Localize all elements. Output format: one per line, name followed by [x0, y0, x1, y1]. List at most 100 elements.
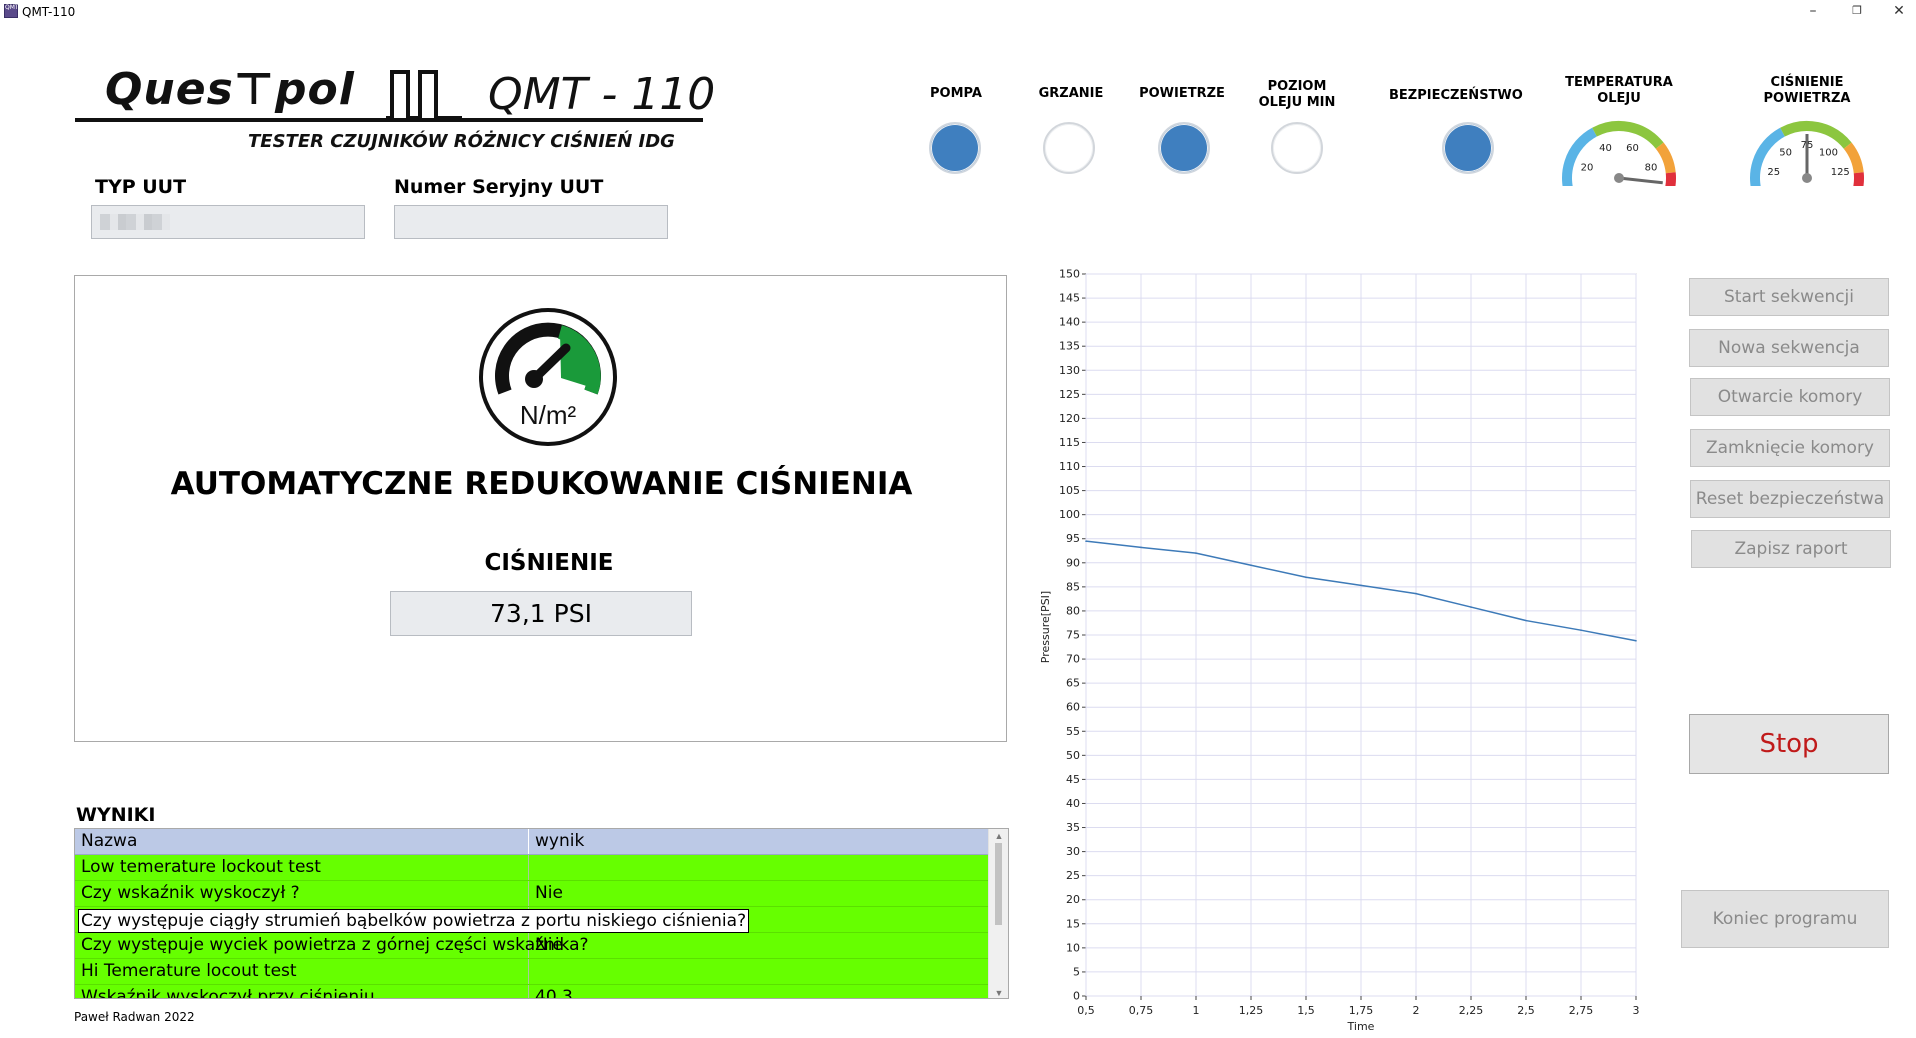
chart-tick-label-y: 90: [1066, 556, 1080, 569]
chart-tick-label-x: 2,25: [1459, 1004, 1484, 1017]
chart-data-point: [1140, 546, 1142, 549]
close-chamber-button[interactable]: Zamknięcie komory: [1690, 429, 1890, 467]
air-pressure-gauge-tick-label: 50: [1779, 148, 1792, 159]
chart-tick-label-y: 115: [1059, 436, 1080, 449]
open-chamber-button[interactable]: Otwarcie komory: [1690, 378, 1890, 416]
scroll-down-icon[interactable]: ▼: [989, 986, 1008, 998]
cell-result: [529, 959, 989, 984]
cell-name-expanded: Czy występuje ciągły strumień bąbelków p…: [78, 909, 750, 933]
new-sequence-button[interactable]: Nowa sekwencja: [1689, 329, 1889, 367]
air-pressure-gauge-label: CIŚNIENIE POWIETRZA: [1763, 75, 1851, 106]
oil-temp-gauge-arc: [1655, 142, 1676, 174]
indicator-olej-label: POZIOM OLEJU MIN: [1258, 79, 1336, 110]
chart-data-point: [1250, 564, 1252, 567]
chart-tick-label-y: 55: [1066, 725, 1080, 738]
logo-subtitle: TESTER CZUJNIKÓW RÓŻNICY CIŚNIEŃ IDG: [248, 131, 675, 152]
chart-data-point: [1415, 592, 1417, 595]
cell-name: Czy występuje wyciek powietrza z górnej …: [75, 933, 589, 958]
brand-logo-text: Ques⊤pol: [105, 64, 355, 115]
chart-tick-label-y: 40: [1066, 797, 1080, 810]
chart-tick-label-y: 45: [1066, 773, 1080, 786]
oil-temp-gauge-tick-label: 60: [1626, 143, 1639, 154]
chart-tick-label-y: 85: [1066, 580, 1080, 593]
scroll-up-icon[interactable]: ▲: [989, 829, 1008, 843]
indicator-olej-led: [1271, 122, 1323, 174]
chart-data-point: [1085, 540, 1087, 542]
chart-tick-label-y: 60: [1066, 701, 1080, 714]
chart-tick-label-x: 1,25: [1239, 1004, 1264, 1017]
author-credit: Paweł Radwan 2022: [74, 1010, 195, 1024]
oil-temp-gauge-tick-label: 80: [1645, 162, 1658, 173]
table-header: Nazwa wynik: [75, 829, 989, 855]
chart-tick-label-y: 120: [1059, 412, 1080, 425]
uut-serial-field[interactable]: [394, 205, 668, 239]
chart-tick-label-y: 30: [1066, 845, 1080, 858]
minimize-button[interactable]: –: [1790, 0, 1836, 24]
chart-tick-label-x: 1,75: [1349, 1004, 1374, 1017]
chart-tick-label-x: 2: [1413, 1004, 1420, 1017]
chart-tick-label-x: 3: [1633, 1004, 1640, 1017]
restore-button[interactable]: ❐: [1834, 0, 1880, 24]
chart-tick-label-y: 100: [1059, 508, 1080, 521]
uut-type-field[interactable]: [91, 205, 365, 239]
cell-name: Hi Temerature locout test: [75, 959, 529, 984]
table-row[interactable]: Wskaźnik wyskoczył przy ciśnieniu 40,3: [75, 985, 989, 999]
column-header-result[interactable]: wynik: [529, 829, 989, 854]
results-scrollbar[interactable]: ▲ ▼: [988, 829, 1008, 998]
table-row[interactable]: Czy wskaźnik wyskoczył ? Nie: [75, 881, 989, 907]
chart-tick-label-y: 20: [1066, 893, 1080, 906]
chart-tick-label-y: 135: [1059, 340, 1080, 353]
chart-tick-label-x: 2,75: [1569, 1004, 1594, 1017]
air-pressure-gauge-tick-label: 125: [1831, 167, 1850, 178]
close-button[interactable]: ✕: [1876, 0, 1916, 24]
cell-result: Nie: [535, 935, 563, 955]
cell-result: 40,3: [535, 987, 573, 999]
results-table[interactable]: Nazwa wynik Low temerature lockout test …: [74, 828, 1009, 999]
scroll-thumb[interactable]: [995, 843, 1002, 925]
chart-data-point: [1195, 552, 1197, 554]
air-pressure-gauge: 0255075100125150: [1750, 121, 1864, 186]
start-sequence-button[interactable]: Start sekwencji: [1689, 278, 1889, 316]
chart-tick-label-y: 145: [1059, 292, 1080, 305]
column-header-name[interactable]: Nazwa: [75, 829, 529, 854]
chart-tick-label-x: 1,5: [1297, 1004, 1315, 1017]
uut-serial-label: Numer Seryjny UUT: [394, 176, 604, 198]
chart-tick-label-y: 130: [1059, 364, 1080, 377]
logo-underline: [75, 118, 703, 122]
chart-tick-label-y: 25: [1066, 869, 1080, 882]
exit-program-button[interactable]: Koniec programu: [1681, 890, 1889, 948]
chart-tick-label-y: 110: [1059, 460, 1080, 473]
indicator-bezpieczenstwo-label: BEZPIECZEŃSTWO: [1389, 88, 1523, 103]
chart-data-point: [1635, 639, 1637, 642]
chart-tick-label-y: 15: [1066, 917, 1080, 930]
table-row[interactable]: Czy występuje ciągły strumień bąbelków p…: [75, 907, 989, 933]
oil-temp-gauge-tick-label: 20: [1581, 162, 1594, 173]
pressure-label: CIŚNIENIE: [484, 550, 614, 576]
chart-tick-label-y: 150: [1059, 268, 1080, 281]
cell-name: Low temerature lockout test: [75, 855, 529, 880]
process-title: AUTOMATYCZNE REDUKOWANIE CIŚNIENIA: [170, 466, 913, 502]
cell-result: [529, 855, 989, 880]
reset-safety-button[interactable]: Reset bezpieczeństwa: [1690, 480, 1890, 518]
chart-tick-label-y: 75: [1066, 629, 1080, 642]
table-row[interactable]: Hi Temerature locout test: [75, 959, 989, 985]
oil-temp-gauge: 02040608090: [1562, 121, 1676, 186]
table-row[interactable]: Low temerature lockout test: [75, 855, 989, 881]
chart-tick-label-x: 0,5: [1077, 1004, 1095, 1017]
chart-tick-label-y: 0: [1073, 990, 1080, 1003]
oil-temp-gauge-label: TEMPERATURA OLEJU: [1565, 75, 1673, 106]
chart-tick-label-y: 80: [1066, 604, 1080, 617]
chart-x-axis-label: Time: [1347, 1020, 1375, 1033]
indicator-powietrze-label: POWIETRZE: [1139, 86, 1225, 101]
chart-data-point: [1580, 629, 1582, 631]
table-row[interactable]: Czy występuje wyciek powietrza z górnej …: [75, 933, 989, 959]
main-status-panel: N/m² AUTOMATYCZNE REDUKOWANIE CIŚNIENIA …: [74, 275, 1007, 742]
air-pressure-gauge-tick-label: 25: [1767, 167, 1780, 178]
save-report-button[interactable]: Zapisz raport: [1691, 530, 1891, 568]
oil-temp-gauge-arc: [1665, 172, 1676, 186]
pressure-chart: 0510152025303540455055606570758085909510…: [1039, 268, 1640, 1033]
oil-temp-gauge-arc: [1562, 127, 1598, 186]
stop-button[interactable]: Stop: [1689, 714, 1889, 774]
chart-tick-label-y: 10: [1066, 941, 1080, 954]
cell-name: Czy wskaźnik wyskoczył ?: [75, 881, 529, 906]
